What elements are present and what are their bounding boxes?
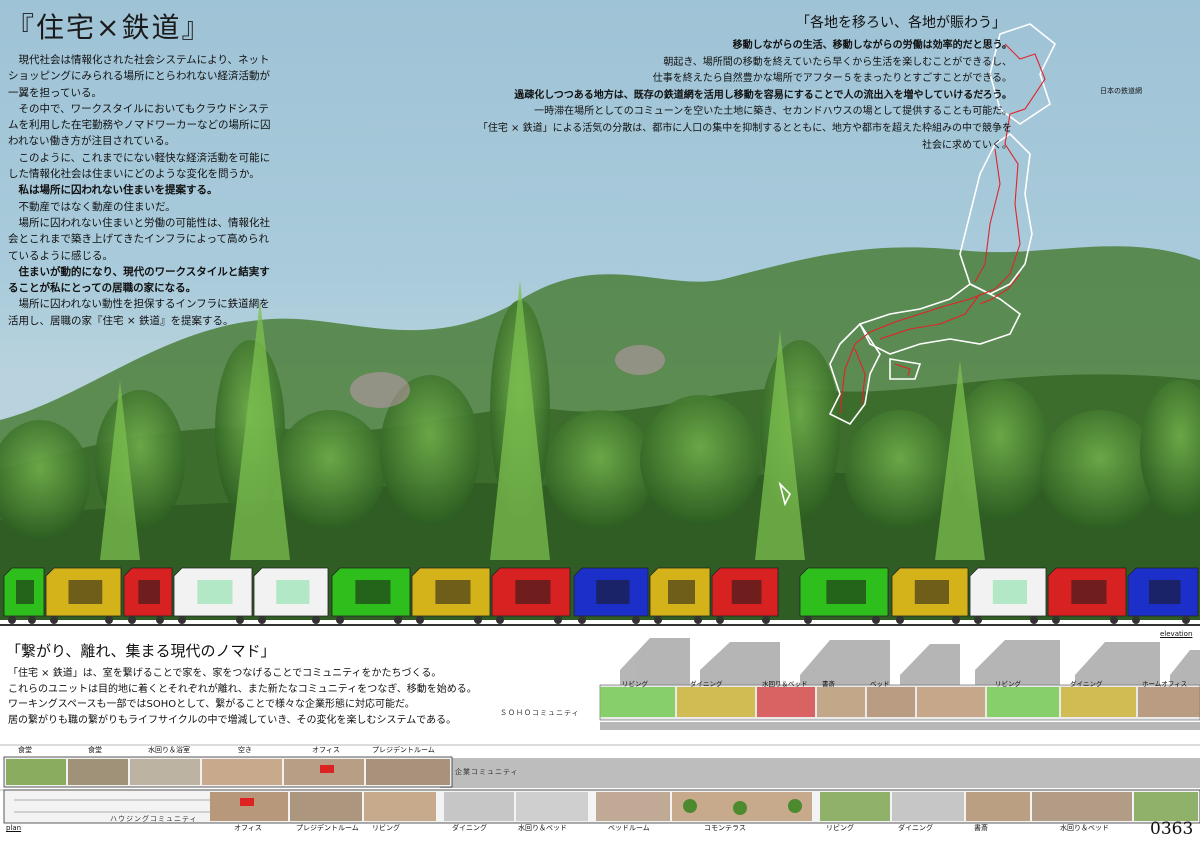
house-unit (411, 567, 491, 624)
room-label: 水回り＆ベッド (518, 824, 567, 832)
intro-paragraph: その中で、ワークスタイルにおいてもクラウドシステムを利用した在宅勤務やノマドワー… (8, 102, 271, 148)
room-label: ダイニング (898, 824, 933, 832)
house-unit (799, 567, 889, 624)
room-label: ホームオフィス (1142, 680, 1188, 688)
room-label: 書斎 (822, 680, 835, 688)
room-label: リビング (372, 824, 400, 832)
concept-line: 「住宅 × 鉄道」による活気の分散は、都市に人口の集中を抑制するとともに、地方や… (477, 122, 1012, 134)
house-unit (573, 567, 649, 624)
sheet-number: 0363 (1150, 819, 1194, 839)
house-unit (173, 567, 253, 624)
room-label: プレジデントルーム (296, 824, 359, 832)
community-label: ＳＯＨＯコミュニティ (500, 709, 580, 717)
room-label: 水回り＆ベッド (762, 680, 808, 688)
train-elevation (3, 567, 1199, 624)
room-label: リビング (995, 680, 1021, 688)
house-unit (969, 567, 1047, 624)
concept-line: 仕事を終えたら自然豊かな場所でアフター５をまったりとすごすことができる。 (652, 73, 1012, 85)
house-unit (331, 567, 411, 624)
rail-line (0, 624, 1200, 626)
community-label: 企業コミュニティ (455, 768, 519, 776)
house-unit (711, 567, 779, 624)
community-label: ハウジングコミュニティ (110, 815, 198, 823)
concept-line: 過疎化しつつある地方は、既存の鉄道網を活用し移動を容易にすることで人の流出入を増… (514, 89, 1012, 101)
room-label: オフィス (234, 824, 262, 832)
room-label: 水回り＆ベッド (1060, 824, 1109, 832)
map-caption: 日本の鉄道網 (1100, 87, 1142, 95)
room-label: ダイニング (452, 824, 487, 832)
house-unit (3, 567, 45, 624)
room-label: 書斎 (974, 824, 988, 832)
intro-paragraph: 現代社会は情報化された社会システムにより、ネットショッピングにみられる場所にとら… (8, 54, 270, 99)
house-unit (649, 567, 711, 624)
room-label: リビング (826, 824, 854, 832)
intro-paragraph: 私は場所に囚われない住まいを提案する。 (18, 184, 218, 197)
room-label: ダイニング (1070, 680, 1103, 688)
elevation-label: elevation (1160, 630, 1193, 638)
house-unit (1127, 567, 1199, 624)
concept-heading: 「各地を移ろい、各地が賑わう」 (796, 15, 1006, 31)
room-label: コモンテラス (704, 824, 746, 832)
room-label: ベッドルーム (608, 824, 650, 832)
house-unit (123, 567, 173, 624)
board-title: 『住宅×鉄道』 (6, 11, 212, 44)
middle-plan-row (3, 756, 453, 788)
concept-line: 一時滞在場所としてのコミューンを空いた土地に築き、セカンドハウスの場として提供す… (534, 106, 1012, 118)
room-label: 水回り＆浴室 (148, 746, 190, 754)
room-label: プレジデントルーム (372, 746, 435, 754)
room-label: 空き (238, 746, 252, 754)
section-line: これらのユニットは目的地に着くとそれぞれが離れ、また新たなコミュニティをつなぎ、… (8, 683, 477, 695)
intro-text: 現代社会は情報化された社会システムにより、ネットショッピングにみられる場所にとら… (8, 52, 276, 329)
concept-line: 移動しながらの生活、移動しながらの労働は効率的だと思う。 (732, 40, 1012, 51)
concept-line: 朝起き、場所間の移動を終えていたら早くから生活を楽しむことができるし、 (663, 56, 1012, 68)
presentation-board: 『住宅×鉄道』 現代社会は情報化された社会システムにより、ネットショッピングにみ… (0, 0, 1200, 847)
concept-text: 移動しながらの生活、移動しながらの労働は効率的だと思う。朝起き、場所間の移動を終… (440, 38, 1012, 154)
intro-paragraph: 住まいが動的になり、現代のワークスタイルと結実することが私にとっての居職の家にな… (8, 265, 270, 295)
house-unit (253, 567, 329, 624)
room-label: リビング (622, 680, 648, 688)
intro-paragraph: 場所に囚われない動性を担保するインフラに鉄道網を活用し、居職の家『住宅 × 鉄道… (8, 298, 270, 327)
room-label: オフィス (312, 746, 340, 754)
intro-paragraph: このように、これまでにない軽快な経済活動を可能にした情報化社会は住まいにどのよう… (8, 151, 271, 181)
room-label: 食堂 (88, 746, 102, 754)
concept-line: 社会に求めていく。 (922, 139, 1012, 151)
room-label: 食堂 (18, 746, 32, 754)
plan-label: plan (6, 824, 22, 832)
section-heading: 「繋がり、離れ、集まる現代のノマド」 (6, 642, 276, 660)
section-line: 「住宅 × 鉄道」は、室を繋げることで家を、家をつなげることでコミュニティをかた… (8, 668, 442, 679)
intro-paragraph: 不動産ではなく動産の住まいだ。 (18, 200, 176, 213)
intro-paragraph: 場所に囚われない住まいと労働の可能性は、情報化社会とこれまで築き上げてきたインフ… (8, 216, 270, 262)
room-label: ベッド (870, 680, 890, 688)
house-unit (1047, 567, 1127, 624)
room-label: ダイニング (690, 680, 723, 688)
section-text: 「住宅 × 鉄道」は、室を繋げることで家を、家をつなげることでコミュニティをかた… (8, 666, 608, 728)
house-unit (891, 567, 969, 624)
house-unit (45, 567, 122, 624)
house-unit (491, 567, 571, 624)
